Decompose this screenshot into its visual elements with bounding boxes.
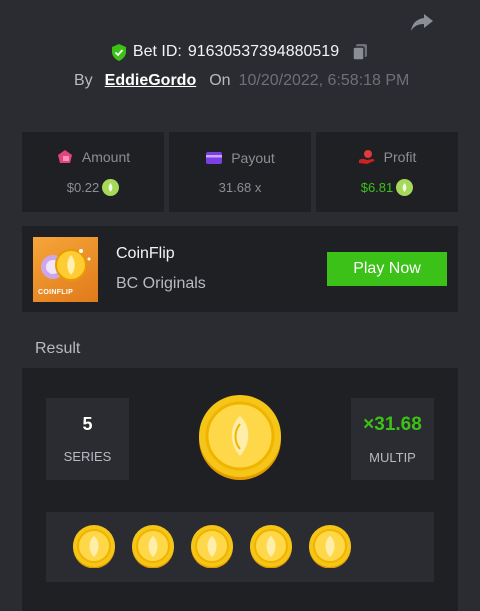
amount-icon — [57, 149, 72, 163]
stat-amount: Amount $0.22 — [22, 132, 164, 212]
series-box: 5 SERIES — [46, 398, 129, 480]
stat-profit-value: $6.81 — [360, 179, 394, 195]
series-value: 5 — [82, 414, 93, 434]
stat-profit: Profit $6.81 — [316, 132, 458, 212]
payout-card-icon — [206, 151, 223, 164]
bet-id-label: Bet ID: — [132, 43, 182, 60]
multiplier-label: MULTIP — [369, 449, 416, 465]
stat-payout: Payout 31.68 x — [169, 132, 311, 212]
on-label: On — [209, 72, 231, 89]
game-name: CoinFlip — [116, 245, 175, 262]
bet-datetime: 10/20/2022, 6:58:18 PM — [238, 72, 410, 89]
stat-profit-label: Profit — [383, 148, 417, 165]
big-coin-icon — [199, 395, 281, 480]
game-provider: BC Originals — [116, 275, 206, 292]
result-coin-icon — [73, 525, 115, 568]
stat-payout-label: Payout — [231, 149, 275, 166]
result-coin-icon — [250, 525, 292, 568]
stat-amount-label: Amount — [81, 148, 131, 165]
multiplier-value: ×31.68 — [363, 413, 422, 435]
copy-icon[interactable] — [351, 43, 369, 61]
bet-id-value: 91630537394880519 — [187, 43, 340, 60]
share-icon[interactable] — [410, 12, 434, 32]
coin-results-strip — [46, 512, 434, 582]
game-thumbnail[interactable]: COINFLIP — [33, 237, 98, 302]
result-coin-icon — [309, 525, 351, 568]
bet-meta-row: By EddieGordo On 10/20/2022, 6:58:18 PM — [74, 72, 409, 90]
currency-coin-icon — [396, 178, 414, 196]
thumbnail-label: COINFLIP — [38, 289, 74, 296]
play-now-button[interactable]: Play Now — [327, 252, 447, 286]
profit-icon — [358, 149, 375, 164]
multiplier-box: ×31.68 MULTIP — [351, 398, 434, 480]
currency-coin-icon — [102, 178, 120, 196]
shield-check-icon — [111, 43, 126, 61]
result-panel: 5 SERIES ×31.68 MULTIP — [22, 368, 458, 611]
bet-id-row: Bet ID: 91630537394880519 — [0, 43, 480, 61]
bet-stats: Amount $0.22 Payout 31.68 x Profit $6.81 — [22, 132, 458, 212]
username-link[interactable]: EddieGordo — [105, 72, 197, 90]
stat-payout-value: 31.68 x — [218, 179, 262, 195]
game-card: COINFLIP CoinFlip BC Originals Play Now — [22, 226, 458, 312]
by-label: By — [74, 72, 93, 89]
result-coin-icon — [132, 525, 174, 568]
stat-amount-value: $0.22 — [66, 179, 100, 195]
series-label: SERIES — [63, 449, 112, 464]
result-title: Result — [35, 340, 81, 357]
result-coin-icon — [191, 525, 233, 568]
